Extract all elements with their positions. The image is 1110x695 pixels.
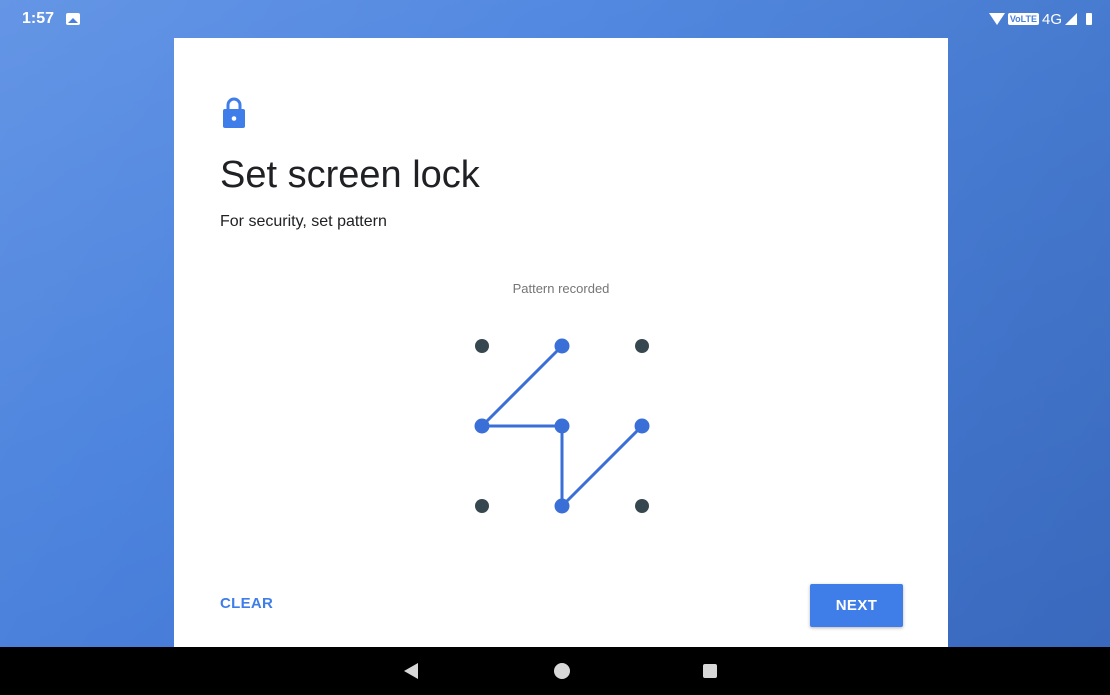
- pattern-dot-1[interactable]: [475, 339, 489, 353]
- network-type: 4G: [1041, 10, 1062, 28]
- status-indicators: VoLTE 4G: [988, 9, 1092, 29]
- gallery-icon: [66, 13, 80, 25]
- navigation-bar: [0, 647, 1110, 695]
- pattern-dot-2[interactable]: [554, 338, 570, 354]
- battery-icon: [1086, 13, 1092, 25]
- page-subtitle: For security, set pattern: [220, 213, 387, 230]
- lock-icon: [223, 97, 245, 128]
- pattern-dot-7[interactable]: [475, 499, 489, 513]
- pattern-dot-6[interactable]: [634, 418, 650, 434]
- pattern-dot-4[interactable]: [474, 418, 490, 434]
- wifi-icon: [988, 13, 1005, 25]
- setup-card: Set screen lock For security, set patter…: [174, 38, 948, 647]
- pattern-dot-9[interactable]: [635, 499, 649, 513]
- home-icon[interactable]: [554, 663, 570, 679]
- screen: 1:57 VoLTE 4G Set screen lock For securi…: [0, 0, 1110, 695]
- back-icon[interactable]: [404, 663, 418, 679]
- volte-badge: VoLTE: [1007, 13, 1039, 25]
- pattern-segment: [560, 424, 644, 508]
- pattern-dot-3[interactable]: [635, 339, 649, 353]
- status-bar: 1:57 VoLTE 4G: [0, 0, 1110, 38]
- pattern-dot-8[interactable]: [554, 498, 570, 514]
- next-button[interactable]: NEXT: [810, 584, 903, 627]
- clear-button[interactable]: CLEAR: [220, 595, 273, 612]
- page-title: Set screen lock: [220, 154, 480, 196]
- pattern-segment: [480, 344, 564, 428]
- recents-icon[interactable]: [703, 664, 717, 678]
- pattern-grid[interactable]: [452, 316, 672, 516]
- status-time: 1:57: [22, 10, 55, 27]
- pattern-status: Pattern recorded: [512, 281, 610, 296]
- pattern-dot-5[interactable]: [554, 418, 570, 434]
- signal-icon: [1065, 13, 1077, 25]
